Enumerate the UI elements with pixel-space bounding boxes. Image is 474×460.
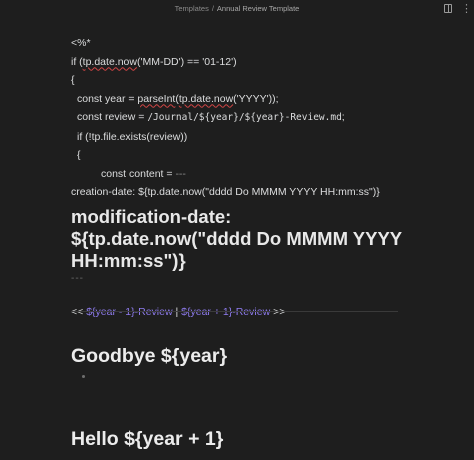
goodbye-heading: Goodbye ${year} — [71, 345, 228, 367]
code-line-6: if (!tp.file.exists(review)) — [77, 130, 188, 143]
frontmatter-end: --- — [71, 272, 84, 284]
hello-heading: Hello ${year + 1} — [71, 428, 224, 450]
code-line-4: const year = parseInt(tp.date.now('YYYY'… — [77, 92, 279, 105]
inline-code-path: /Journal/${year}/${year}-Review.md — [147, 112, 342, 123]
modification-date-heading: modification-date: ${tp.date.now("dddd D… — [71, 205, 402, 271]
code-line-1: <%* — [71, 37, 91, 49]
code-line-3: { — [71, 74, 75, 86]
more-options-icon[interactable] — [460, 2, 472, 15]
breadcrumb: Templates / Annual Review Template — [0, 4, 474, 13]
editor-content[interactable]: <%* if (tp.date.now('MM-DD') == '01-12')… — [71, 34, 406, 320]
horizontal-rule — [71, 311, 398, 312]
breadcrumb-file[interactable]: Annual Review Template — [217, 4, 299, 13]
code-line-5: const review = /Journal/${year}/${year}-… — [77, 111, 345, 123]
book-open-icon[interactable] — [444, 4, 452, 13]
title-bar: Templates / Annual Review Template — [0, 0, 474, 20]
list-bullet — [82, 375, 85, 378]
code-line-8: const content = --- — [101, 167, 186, 180]
code-line-9: creation-date: ${tp.date.now("dddd Do MM… — [71, 186, 380, 198]
breadcrumb-separator: / — [211, 4, 214, 13]
breadcrumb-folder[interactable]: Templates — [175, 4, 209, 13]
code-line-2: if (tp.date.now('MM-DD') == '01-12') — [71, 55, 237, 68]
code-line-7: { — [77, 149, 81, 161]
